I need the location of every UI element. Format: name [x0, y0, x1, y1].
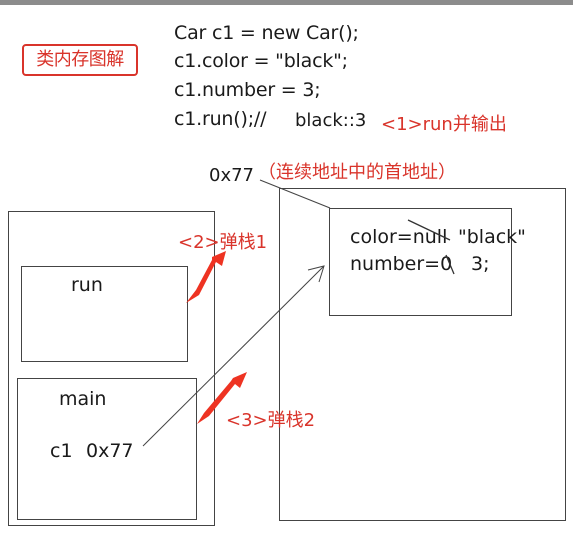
address-leader-line	[259, 179, 331, 209]
null-strike-line	[407, 219, 451, 241]
red-arrow-2-icon	[197, 372, 247, 424]
reference-arrow	[142, 265, 325, 447]
red-arrow-1-icon	[186, 251, 226, 303]
diagram-connectors	[142, 179, 455, 447]
zero-strike-line	[445, 254, 455, 275]
